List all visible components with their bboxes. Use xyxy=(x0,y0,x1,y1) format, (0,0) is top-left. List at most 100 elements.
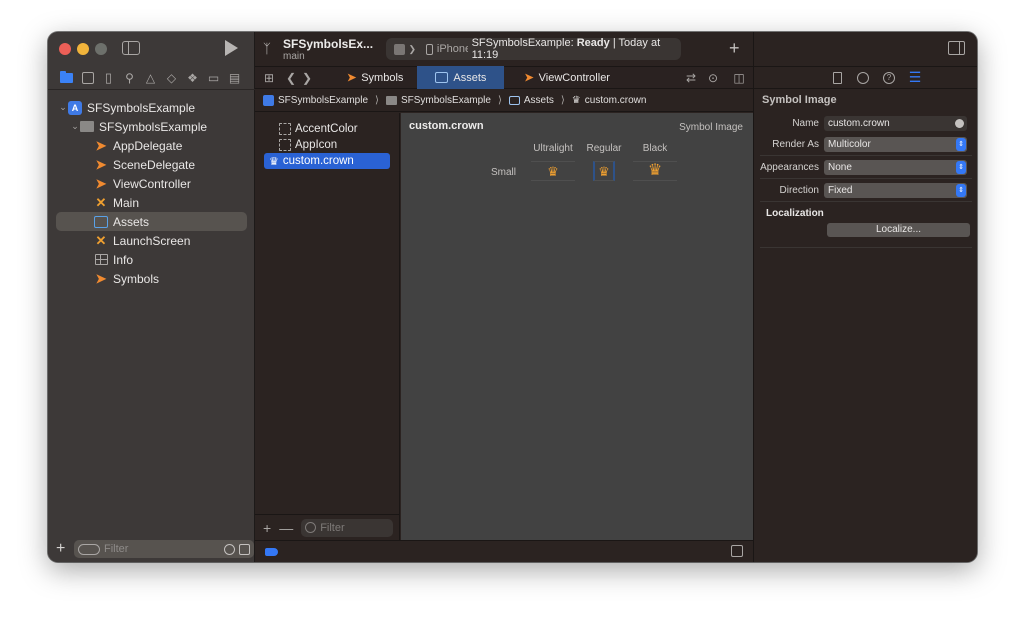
zoom-button[interactable] xyxy=(95,43,107,55)
row-small: Small xyxy=(491,167,517,178)
add-file-button[interactable]: + xyxy=(56,540,68,558)
folder-icon xyxy=(60,70,73,83)
crown-icon: ♛ xyxy=(547,163,559,179)
source-control-filter-icon[interactable] xyxy=(239,543,250,555)
reports-tab[interactable]: ▤ xyxy=(226,69,243,86)
appearances-select[interactable]: None ⇕ xyxy=(824,159,967,175)
appearances-value: None xyxy=(828,161,852,173)
back-icon[interactable]: ❮ xyxy=(283,71,299,85)
filter-input[interactable]: Filter xyxy=(104,543,220,555)
arrow-circle-icon[interactable] xyxy=(955,118,964,128)
color-set-icon xyxy=(279,123,291,135)
add-asset-button[interactable]: + xyxy=(263,520,271,536)
symbol-well-ultralight[interactable]: ♛ xyxy=(531,161,575,181)
run-button[interactable] xyxy=(225,40,238,56)
asset-item-accentcolor[interactable]: AccentColor xyxy=(264,121,390,137)
remove-asset-button[interactable]: — xyxy=(279,520,293,536)
tree-item-launchscreen[interactable]: ✕ LaunchScreen xyxy=(48,231,255,250)
symbol-well-black[interactable]: ♛ xyxy=(633,161,677,181)
find-tab[interactable]: ⚲ xyxy=(121,69,138,86)
tree-item-appdelegate[interactable]: ➤ AppDelegate xyxy=(48,136,255,155)
crown-icon: ♛ xyxy=(571,95,581,106)
scheme-icon[interactable] xyxy=(394,43,405,55)
tests-tab[interactable]: ◇ xyxy=(163,69,180,86)
tab-assets[interactable]: Assets xyxy=(417,66,505,89)
swift-file-icon: ➤ xyxy=(524,72,534,84)
project-title[interactable]: SFSymbolsEx... xyxy=(283,37,373,51)
symbol-well-regular[interactable]: ♛ xyxy=(593,161,615,181)
chevron-down-icon[interactable]: ⌄ xyxy=(70,121,80,132)
tab-viewcontroller[interactable]: ➤ ViewController xyxy=(504,66,630,89)
navigator-filter[interactable]: Filter xyxy=(74,540,254,558)
minimize-button[interactable] xyxy=(77,43,89,55)
localize-button[interactable]: Localize... xyxy=(827,223,970,237)
asset-filter-input[interactable]: Filter xyxy=(320,522,344,534)
symbol-title: custom.crown xyxy=(409,120,484,132)
tab-symbols[interactable]: ➤ Symbols xyxy=(333,66,417,89)
tree-item-label: AppDelegate xyxy=(113,138,183,153)
tree-item-project[interactable]: ⌄ A SFSymbolsExample xyxy=(48,98,255,117)
navigator-footer: + Filter xyxy=(48,536,255,562)
add-editor-icon[interactable]: ◫ xyxy=(731,71,747,85)
sidebar-toggle-icon[interactable] xyxy=(122,41,140,55)
asset-item-appicon[interactable]: AppIcon xyxy=(264,137,390,153)
device-icon[interactable] xyxy=(426,43,433,55)
file-inspector-tab[interactable] xyxy=(830,71,844,85)
asset-filter[interactable]: Filter xyxy=(301,518,394,537)
source-control-tab[interactable] xyxy=(79,69,96,86)
chevron-right-icon: ❯ xyxy=(408,43,417,54)
tree-item-viewcontroller[interactable]: ➤ ViewController xyxy=(48,174,255,193)
attributes-inspector-tab[interactable]: ☰ xyxy=(908,69,922,85)
debug-bar xyxy=(255,540,753,562)
filter-options-icon[interactable] xyxy=(78,543,100,555)
debug-area-toggle-icon[interactable] xyxy=(731,545,743,557)
breakpoints-tab[interactable]: ▭ xyxy=(205,69,222,86)
appearances-label: Appearances xyxy=(760,161,819,173)
debug-tab[interactable]: ❖ xyxy=(184,69,201,86)
tree-item-scenedelegate[interactable]: ➤ SceneDelegate xyxy=(48,155,255,174)
history-inspector-tab[interactable] xyxy=(856,71,870,85)
breadcrumb-group[interactable]: SFSymbolsExample xyxy=(401,95,491,106)
more-options-icon[interactable]: ⊙ xyxy=(705,71,721,85)
grid-icon[interactable]: ⊞ xyxy=(261,71,277,85)
bookmarks-tab[interactable]: ▯ xyxy=(100,69,117,86)
filter-icon xyxy=(305,522,317,533)
tree-item-label: Assets xyxy=(113,214,150,229)
forward-icon[interactable]: ❯ xyxy=(299,71,315,85)
breadcrumb-project[interactable]: SFSymbolsExample xyxy=(278,95,368,106)
library-add-button[interactable]: + xyxy=(729,38,740,59)
plist-icon xyxy=(94,254,108,265)
breadcrumb-assets[interactable]: Assets xyxy=(524,95,554,106)
inspector-toggle-icon[interactable] xyxy=(948,41,965,55)
chevron-down-icon[interactable]: ⌄ xyxy=(58,102,68,113)
name-field[interactable]: custom.crown xyxy=(824,115,967,131)
tree-item-assets[interactable]: Assets xyxy=(56,212,247,231)
swap-icon[interactable]: ⇄ xyxy=(683,71,699,85)
tab-label: Symbols xyxy=(361,71,404,84)
document-icon xyxy=(832,71,842,84)
render-as-select[interactable]: Multicolor ⇕ xyxy=(824,136,967,152)
breakpoint-tag-icon[interactable] xyxy=(265,548,278,556)
tree-item-info[interactable]: Info xyxy=(48,250,255,269)
asset-item-label: AppIcon xyxy=(295,139,338,151)
tab-label: Assets xyxy=(453,71,487,84)
help-inspector-tab[interactable]: ? xyxy=(882,71,896,85)
recent-files-icon[interactable] xyxy=(224,543,235,555)
device-selector[interactable]: iPhone xyxy=(437,43,468,55)
inspector-tabs: ? ☰ xyxy=(754,66,977,89)
localization-title: Localization xyxy=(766,208,824,219)
tree-item-main[interactable]: ✕ Main xyxy=(48,193,255,212)
project-icon xyxy=(263,95,274,106)
issues-tab[interactable]: △ xyxy=(142,69,159,86)
tree-item-group[interactable]: ⌄ SFSymbolsExample xyxy=(48,117,255,136)
render-as-value: Multicolor xyxy=(828,138,871,150)
project-navigator-tab[interactable] xyxy=(58,69,75,86)
chevron-right-icon: ⟩ xyxy=(560,95,565,106)
breadcrumb-symbol[interactable]: custom.crown xyxy=(585,95,647,106)
source-control-icon xyxy=(81,71,94,84)
tree-item-symbols[interactable]: ➤ Symbols xyxy=(48,269,255,288)
column-black: Black xyxy=(642,143,668,154)
close-button[interactable] xyxy=(59,43,71,55)
asset-item-custom-crown[interactable]: ♛ custom.crown xyxy=(264,153,390,169)
direction-select[interactable]: Fixed ⇕ xyxy=(824,182,967,198)
